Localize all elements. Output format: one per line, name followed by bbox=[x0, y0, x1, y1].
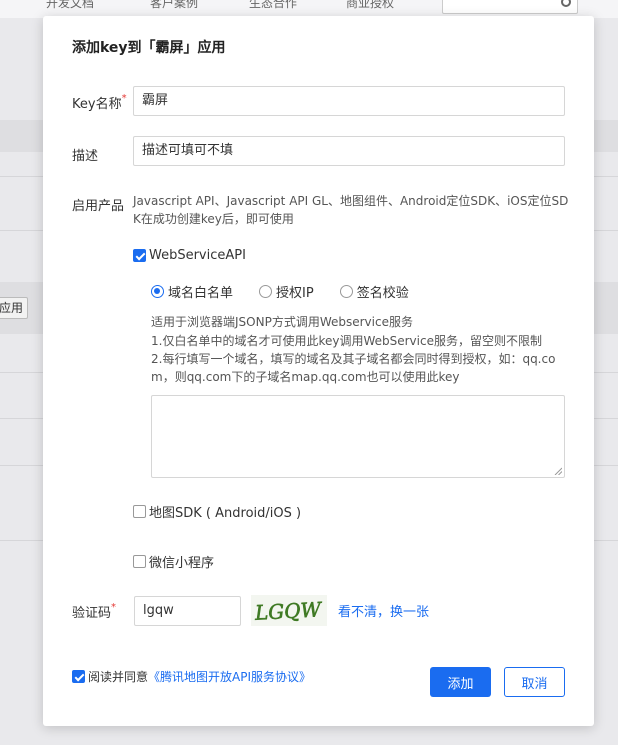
dialog-title: 添加key到「霸屏」应用 bbox=[72, 40, 226, 56]
captcha-input[interactable]: lgqw bbox=[134, 596, 241, 626]
key-name-input[interactable]: 霸屏 bbox=[133, 86, 565, 116]
map-sdk-checkbox[interactable] bbox=[133, 505, 146, 518]
agreement-link[interactable]: 《腾讯地图开放API服务协议》 bbox=[148, 668, 311, 685]
help-text-line: 2.每行填写一个域名，填写的域名及其子域名都会同时得到授权，如：qq.com，则… bbox=[151, 352, 556, 384]
radio-signature-check[interactable]: 签名校验 bbox=[339, 282, 409, 301]
nav-ecosystem[interactable]: 生态合作 bbox=[249, 0, 297, 11]
help-text-line: 1.仅白名单中的域名才可使用此key调用WebService服务，留空则不限制 bbox=[151, 334, 542, 348]
webservice-api-checkbox[interactable] bbox=[133, 249, 146, 262]
agreement-checkbox[interactable] bbox=[72, 670, 85, 683]
captcha-image[interactable]: LGQW bbox=[251, 595, 327, 626]
nav-license[interactable]: 商业授权 bbox=[346, 0, 394, 11]
products-label: 启用产品 bbox=[72, 199, 125, 214]
agreement-option[interactable]: 阅读并同意 《腾讯地图开放API服务协议》 bbox=[72, 668, 311, 685]
radio-label: 域名白名单 bbox=[168, 286, 234, 301]
background-apply-button[interactable]: 应用 bbox=[0, 297, 28, 319]
products-description: Javascript API、Javascript API GL、地图组件、An… bbox=[133, 194, 569, 226]
map-sdk-label: 地图SDK ( Android/iOS ) bbox=[149, 506, 302, 521]
domain-whitelist-textarea[interactable] bbox=[151, 395, 565, 478]
radio-button[interactable] bbox=[151, 285, 164, 298]
help-text-line: 适用于浏览器端JSONP方式调用Webservice服务 bbox=[151, 315, 413, 329]
radio-domain-whitelist[interactable]: 域名白名单 bbox=[151, 282, 233, 301]
radio-label: 授权IP bbox=[276, 286, 314, 301]
search-icon bbox=[561, 0, 571, 7]
radio-label: 签名校验 bbox=[356, 286, 409, 301]
resize-grip-icon[interactable] bbox=[554, 467, 562, 475]
webservice-api-option[interactable]: WebServiceAPI bbox=[133, 248, 246, 263]
webservice-auth-mode: 域名白名单 授权IP 签名校验 bbox=[151, 282, 435, 301]
map-sdk-option[interactable]: 地图SDK ( Android/iOS ) bbox=[133, 502, 301, 521]
cancel-button[interactable]: 取消 bbox=[504, 667, 565, 697]
mini-program-option[interactable]: 微信小程序 bbox=[133, 552, 214, 571]
add-key-dialog: 添加key到「霸屏」应用 Key名称* 霸屏 描述 描述可填可不填 启用产品 J… bbox=[43, 16, 594, 726]
nav-cases[interactable]: 客户案例 bbox=[150, 0, 198, 11]
radio-authorized-ip[interactable]: 授权IP bbox=[259, 282, 314, 301]
captcha-text: LGQW bbox=[253, 597, 323, 625]
description-input[interactable]: 描述可填可不填 bbox=[133, 136, 565, 166]
mini-program-checkbox[interactable] bbox=[133, 555, 146, 568]
description-label: 描述 bbox=[72, 149, 99, 164]
captcha-label: 验证码* bbox=[72, 602, 117, 621]
required-mark: * bbox=[111, 602, 117, 613]
agreement-prefix: 阅读并同意 bbox=[88, 670, 149, 684]
refresh-captcha-link[interactable]: 看不清，换一张 bbox=[338, 601, 429, 620]
required-mark: * bbox=[121, 93, 127, 104]
nav-docs[interactable]: 开发文档 bbox=[46, 0, 94, 11]
captcha-glyphs: LGQW bbox=[253, 597, 323, 625]
radio-button[interactable] bbox=[259, 285, 273, 298]
mini-program-label: 微信小程序 bbox=[149, 556, 215, 571]
key-name-label: Key名称* bbox=[72, 93, 127, 112]
radio-button[interactable] bbox=[339, 285, 353, 298]
add-button[interactable]: 添加 bbox=[430, 667, 491, 697]
webservice-api-label: WebServiceAPI bbox=[149, 248, 246, 263]
background-search-input[interactable] bbox=[442, 0, 578, 14]
